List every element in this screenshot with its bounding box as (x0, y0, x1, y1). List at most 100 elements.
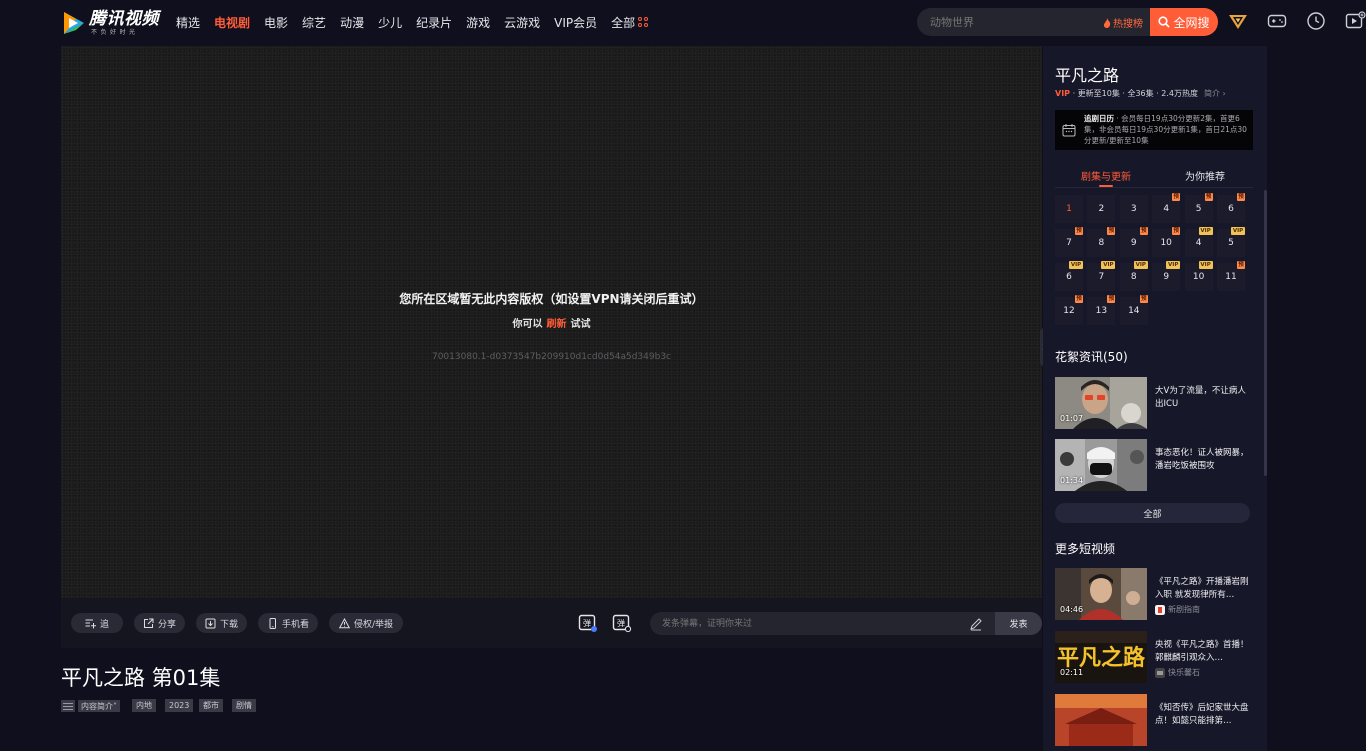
episode-number: 3 (1130, 204, 1137, 214)
episode-number: 1 (1066, 204, 1072, 214)
retry-message: 你可以 刷新 试试 (0, 315, 1103, 330)
video-thumbnail: 04:46 (1055, 568, 1147, 620)
list-icon (61, 700, 75, 712)
preview-badge: 预 (1107, 227, 1116, 235)
huaxu-section-title: 花絮资讯(50) (1055, 350, 1128, 364)
nav-item-variety[interactable]: 综艺 (302, 14, 326, 31)
nav-item-tv[interactable]: 电视剧 (214, 14, 250, 31)
episode-item[interactable]: 8 VIP (1119, 261, 1148, 291)
vip-crown-icon[interactable] (1227, 10, 1249, 32)
tencent-video-logo[interactable]: 腾讯视频 不负好时光 (60, 8, 159, 38)
send-danmu-button[interactable]: 发表 (995, 612, 1042, 635)
download-button[interactable]: 下载 (196, 613, 247, 633)
video-thumbnail: 01:07 (1055, 377, 1147, 429)
video-title[interactable]: 大V为了流量，不让病人出ICU (1155, 385, 1249, 411)
error-code: 70013080.1-d0373547b209910d1cd0d54a5d349… (431, 352, 672, 362)
danmu-input[interactable] (650, 612, 995, 635)
video-title[interactable]: 《知否传》后妃家世大盘点！如懿只能排第… (1155, 702, 1249, 728)
episode-item[interactable]: 4预 (1152, 193, 1181, 223)
episode-number: 9 (1163, 272, 1170, 282)
vip-badge: VIP (1198, 227, 1213, 235)
short-video-card[interactable]: 平凡之路 02:11 央视《平凡之路》首播！郭麒麟引观众入… 快乐馨石 (1055, 631, 1250, 683)
huaxu-card[interactable]: 01:34 事态恶化！证人被网暴，潘岩吃饭被围攻 (1055, 439, 1250, 491)
nav-item-all[interactable]: 全部 (611, 14, 649, 31)
episode-item[interactable]: 4 VIP (1184, 227, 1213, 257)
nav-item-documentary[interactable]: 纪录片 (416, 14, 452, 31)
video-thumbnail: 01:34 (1055, 439, 1147, 491)
sidebar-scrollbar[interactable] (1264, 190, 1267, 476)
video-author[interactable]: 新剧指南 (1155, 604, 1200, 615)
episode-item[interactable]: 8预 (1087, 227, 1116, 257)
episode-item[interactable]: 10 VIP (1184, 261, 1213, 291)
upload-video-icon[interactable] (1344, 10, 1366, 32)
intro-dropdown[interactable]: 内容简介 ˅ (61, 699, 120, 713)
nav-item-games[interactable]: 游戏 (466, 14, 490, 31)
episode-item[interactable]: 3 (1119, 195, 1148, 223)
nav-item-featured[interactable]: 精选 (176, 14, 200, 31)
warning-icon (338, 617, 350, 628)
view-all-button[interactable]: 全部 (1055, 503, 1250, 523)
nav-item-cloud-games[interactable]: 云游戏 (504, 14, 540, 31)
episode-item[interactable]: 13 预 (1087, 295, 1116, 325)
episode-item[interactable]: 7 VIP (1087, 261, 1116, 291)
video-title[interactable]: 《平凡之路》开播潘岩刚入职 就发现律所有… (1155, 576, 1249, 602)
episode-item[interactable]: 12 预 (1055, 295, 1083, 325)
nav-item-movie[interactable]: 电影 (264, 14, 288, 31)
brief-link[interactable]: 简介 › (1204, 89, 1226, 98)
episode-item[interactable]: 9 VIP (1152, 261, 1181, 291)
danmu-toggle-icon[interactable]: 弹 (578, 613, 598, 633)
hot-search-link[interactable]: 热搜榜 (1103, 15, 1143, 30)
short-video-card[interactable]: 04:46 《平凡之路》开播潘岩刚入职 就发现律所有… 新剧指南 (1055, 568, 1250, 620)
episode-number: 8 (1130, 272, 1137, 282)
vip-badge: VIP (1198, 261, 1213, 269)
video-duration: 02:11 (1060, 668, 1084, 677)
follow-button[interactable]: 追 (71, 613, 123, 633)
tab-recommend[interactable]: 为你推荐 (1185, 168, 1225, 183)
video-title[interactable]: 央视《平凡之路》首播！郭麒麟引观众入… (1155, 639, 1249, 665)
search-button[interactable]: 全网搜 (1150, 8, 1218, 36)
search-input[interactable] (930, 8, 1090, 36)
episode-item[interactable]: 1 (1055, 195, 1083, 223)
huaxu-card[interactable]: 01:07 大V为了流量，不让病人出ICU (1055, 377, 1250, 429)
danmu-settings-icon[interactable]: 弹 (612, 613, 632, 633)
series-title: 平凡之路 (1055, 66, 1120, 85)
mobile-watch-button[interactable]: 手机看 (258, 613, 318, 633)
tag-region[interactable]: 内地 (132, 699, 156, 712)
episode-item[interactable]: 11 预 (1217, 261, 1245, 291)
video-author[interactable]: 快乐馨石 (1155, 667, 1200, 678)
tag-drama[interactable]: 剧情 (232, 699, 256, 712)
video-title[interactable]: 事态恶化！证人被网暴，潘岩吃饭被围攻 (1155, 447, 1249, 473)
nav-item-vip[interactable]: VIP会员 (554, 14, 597, 31)
share-button[interactable]: 分享 (134, 613, 185, 633)
copyright-message: 您所在区域暂无此内容版权（如设置VPN请关闭后重试） (399, 292, 704, 306)
tab-episodes[interactable]: 剧集与更新 (1081, 168, 1131, 183)
refresh-link[interactable]: 刷新 (547, 319, 567, 330)
nav-item-anime[interactable]: 动漫 (340, 14, 364, 31)
episode-number: 12 (1063, 306, 1075, 316)
retry-prefix: 你可以 (512, 319, 543, 330)
series-meta-text: · 更新至10集 · 全36集 · 2.4万热度 (1070, 89, 1198, 98)
episode-item[interactable]: 9预 (1119, 227, 1148, 257)
history-clock-icon[interactable] (1305, 10, 1327, 32)
episode-number: 4 (1195, 238, 1202, 248)
episode-item[interactable]: 10 预 (1152, 227, 1181, 257)
episode-item[interactable]: 5预 (1184, 193, 1213, 223)
tag-urban[interactable]: 都市 (199, 699, 223, 712)
video-duration: 04:46 (1060, 605, 1084, 614)
episode-number: 8 (1098, 238, 1105, 248)
tag-year[interactable]: 2023 (165, 699, 194, 712)
vip-badge: VIP (1055, 89, 1071, 98)
episode-item[interactable]: 6预 (1217, 193, 1245, 223)
episode-item[interactable]: 5 VIP (1217, 227, 1245, 257)
episode-number: 5 (1228, 238, 1234, 248)
danmu-style-pen-icon[interactable] (969, 617, 983, 631)
report-button[interactable]: 侵权/举报 (329, 613, 403, 633)
vip-badge: VIP (1101, 261, 1116, 269)
gamepad-icon[interactable] (1266, 10, 1288, 32)
episode-item[interactable]: 2 (1087, 195, 1116, 223)
episode-item[interactable]: 6 VIP (1055, 261, 1083, 291)
episode-item[interactable]: 7预 (1055, 227, 1083, 257)
nav-item-kids[interactable]: 少儿 (378, 14, 402, 31)
episode-item[interactable]: 14 预 (1119, 295, 1148, 325)
short-video-card[interactable]: 《知否传》后妃家世大盘点！如懿只能排第… (1055, 694, 1250, 746)
